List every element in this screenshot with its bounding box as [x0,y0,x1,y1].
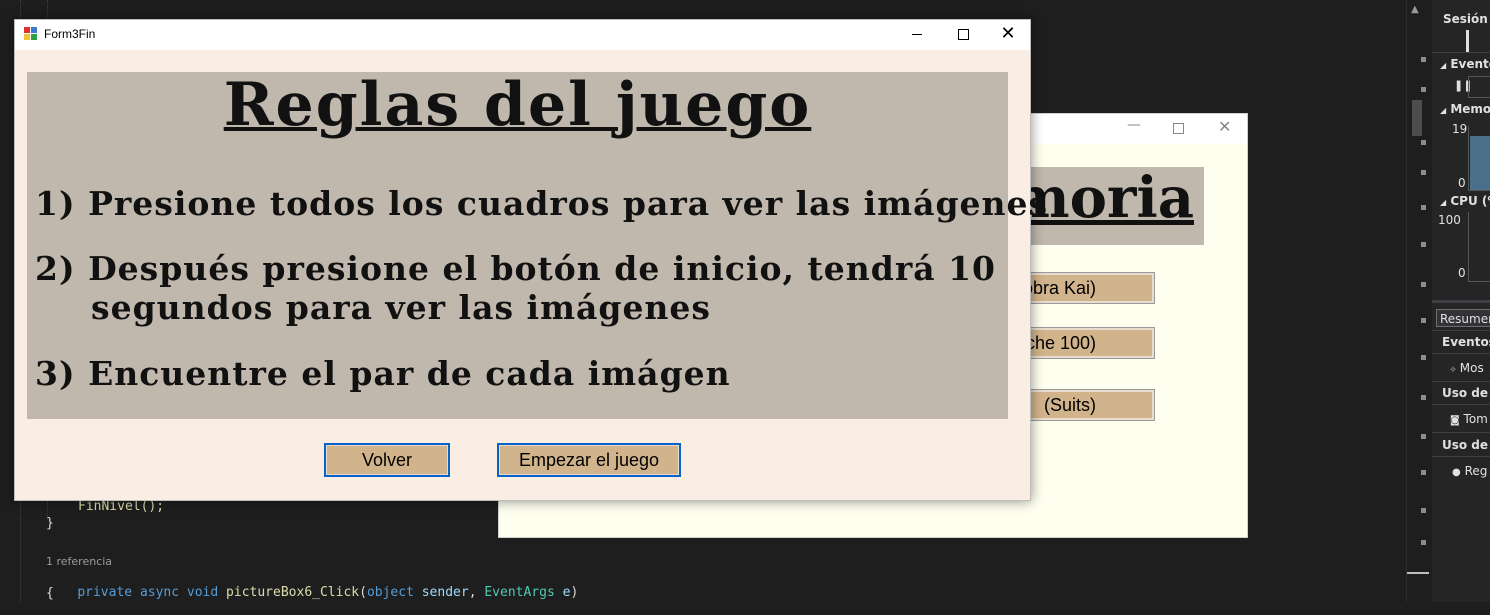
minimize-icon [912,34,922,35]
record-profile-label: Reg [1464,464,1488,478]
events-section-header[interactable]: ◢ Eventos [1440,57,1490,71]
param-name: sender [421,585,469,600]
code-line[interactable]: { [46,586,54,601]
keyword: async [139,585,180,600]
maximize-button[interactable] [940,20,986,50]
show-events-label: Mos [1459,361,1484,375]
rule-2-continued: segundos para ver las imágenes [91,288,712,327]
scroll-marker [1421,170,1426,175]
scroll-marker [1421,140,1426,145]
diagnostic-tools-panel: Sesión de ◢ Eventos ❚❚ ◢ Memoria 19 0 ◢ … [1432,0,1490,602]
scroll-marker [1421,318,1426,323]
maximize-icon[interactable] [1173,123,1184,134]
collapse-triangle-icon: ◢ [1440,106,1447,115]
editor-scrollbar[interactable]: ▲ [1406,0,1431,602]
memory-axis-min: 0 [1458,176,1466,190]
back-button[interactable]: Volver [324,443,450,477]
scroll-marker [1421,205,1426,210]
scroll-marker [1421,355,1426,360]
app-icon [24,27,38,41]
events-header: Eventos [1442,335,1490,349]
show-events-link[interactable]: ⟡ Mos [1450,361,1484,375]
cpu-usage-header: Uso de C [1442,438,1490,452]
record-profile-button[interactable]: ● Reg [1452,464,1487,478]
scroll-marker [1421,87,1426,92]
memory-section-label: Memoria [1450,102,1490,116]
level-button-label: (Suits) [1043,395,1096,415]
take-snapshot-button[interactable]: ◙ Tom [1450,412,1488,426]
scroll-marker [1421,395,1426,400]
param-type: EventArgs [484,585,555,600]
reference-count-lens[interactable]: 1 referencia [46,555,112,568]
method-name: pictureBox6_Click [226,585,360,600]
scroll-marker [1421,57,1426,62]
session-label: Sesión de [1443,12,1490,26]
cpu-graph [1468,212,1490,282]
scroll-marker [1421,242,1426,247]
cpu-section-label: CPU (% [1450,194,1490,208]
scroll-marker [1421,508,1426,513]
close-button[interactable]: ✕ [985,20,1031,50]
close-icon: ✕ [1000,23,1016,44]
comma: , [468,585,485,600]
paren: ( [359,585,367,600]
minimize-icon[interactable]: — [1127,117,1141,133]
collapse-triangle-icon: ◢ [1440,198,1447,207]
form3fin-titlebar[interactable]: Form3Fin ✕ [15,20,1030,50]
code-line[interactable]: } [46,516,54,531]
keyword: private [77,585,133,600]
cpu-axis-min: 0 [1458,266,1466,280]
keyword: void [186,585,219,600]
start-game-button[interactable]: Empezar el juego [497,443,681,477]
rules-title: Reglas del juego [223,70,812,140]
scroll-marker [1421,470,1426,475]
scroll-marker [1421,434,1426,439]
diagnostics-tab-select[interactable]: Resumen [1436,309,1490,327]
maximize-icon [958,29,969,40]
cpu-axis-max: 100 [1438,213,1461,227]
events-icon: ⟡ [1450,365,1456,375]
scroll-up-icon[interactable]: ▲ [1411,4,1419,15]
code-line[interactable]: FinNivel(); [78,499,164,514]
rule-3: 3) Encuentre el par de cada imágen [35,354,731,393]
camera-icon: ◙ [1450,415,1460,426]
minimize-button[interactable] [894,20,940,50]
close-icon[interactable]: ✕ [1218,117,1231,136]
events-track [1468,76,1490,98]
scroll-marker [1421,282,1426,287]
take-snapshot-label: Tom [1463,412,1488,426]
rules-panel: Reglas del juego 1) Presione todos los c… [27,70,1047,419]
memory-axis-max: 19 [1452,122,1468,136]
collapse-triangle-icon: ◢ [1440,61,1447,70]
paren: ) [570,585,579,600]
param-type: object [366,585,414,600]
record-icon: ● [1452,467,1461,478]
window-title: Form3Fin [44,27,96,41]
rule-1: 1) Presione todos los cuadros para ver l… [35,184,1049,223]
memory-usage-header: Uso de m [1442,386,1490,400]
cpu-section-header[interactable]: ◢ CPU (% [1440,194,1490,208]
timeline-cursor[interactable] [1466,30,1469,52]
method-signature[interactable]: private async void pictureBox6_Click(obj… [46,570,578,615]
rule-2: 2) Después presione el botón de inicio, … [35,249,997,288]
events-section-label: Eventos [1450,57,1490,71]
memory-graph-fill [1470,136,1490,190]
form3fin-window[interactable]: Form3Fin ✕ Reglas del juego 1) Presione … [14,19,1047,501]
memory-section-header[interactable]: ◢ Memoria [1440,102,1490,116]
scroll-position-line [1407,572,1429,574]
scrollbar-thumb[interactable] [1412,100,1422,136]
scroll-marker [1421,540,1426,545]
